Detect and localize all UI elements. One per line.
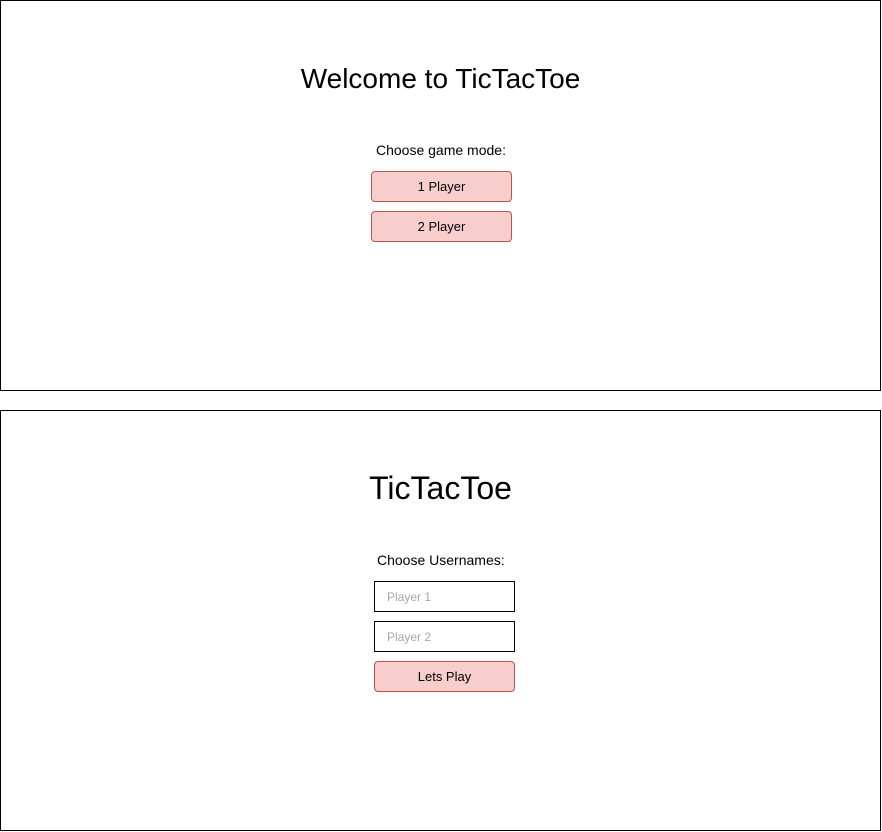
player-2-username-input[interactable] (374, 621, 515, 652)
app-title: TicTacToe (369, 470, 512, 506)
game-mode-screen: Welcome to TicTacToe Choose game mode: 1… (0, 0, 881, 391)
lets-play-button[interactable]: Lets Play (374, 661, 515, 692)
game-mode-prompt: Choose game mode: (376, 142, 506, 158)
one-player-button[interactable]: 1 Player (371, 171, 512, 202)
player-1-username-input[interactable] (374, 581, 515, 612)
two-player-button[interactable]: 2 Player (371, 211, 512, 242)
welcome-title: Welcome to TicTacToe (300, 63, 581, 94)
usernames-prompt: Choose Usernames: (377, 552, 505, 568)
username-screen: TicTacToe Choose Usernames: Lets Play (0, 410, 881, 831)
